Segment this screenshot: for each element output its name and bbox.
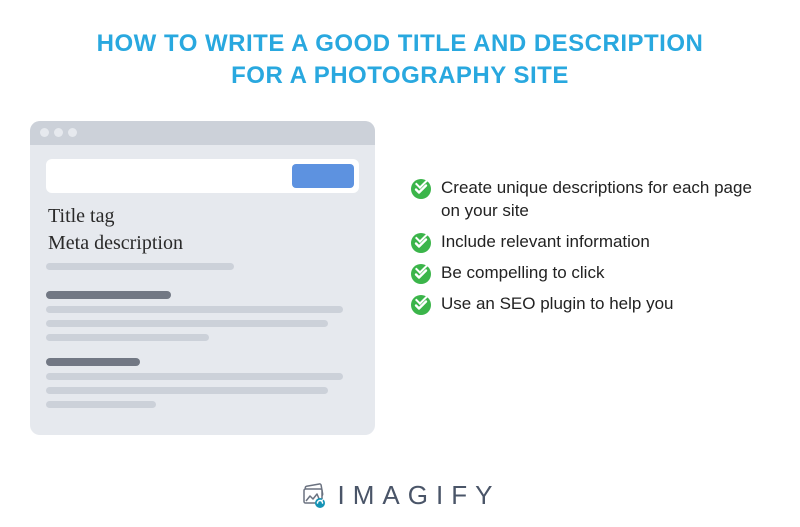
meta-description-label: Meta description: [48, 232, 357, 255]
window-dot: [54, 128, 63, 137]
tip-item: Be compelling to click: [411, 262, 770, 285]
brand-text: IMAGIFY: [338, 480, 501, 511]
title-tag-label: Title tag: [48, 205, 357, 228]
skeleton-heading: [46, 358, 140, 366]
tip-item: Create unique descriptions for each page…: [411, 177, 770, 223]
check-icon: [411, 233, 431, 253]
check-icon: [411, 264, 431, 284]
tip-item: Use an SEO plugin to help you: [411, 293, 770, 316]
tip-text: Be compelling to click: [441, 262, 604, 285]
search-bar: [46, 159, 359, 193]
browser-mockup: Title tag Meta description: [30, 121, 375, 435]
skeleton-line: [46, 373, 343, 380]
content-row: Title tag Meta description Create unique…: [0, 121, 800, 435]
tip-text: Include relevant information: [441, 231, 650, 254]
skeleton-line: [46, 306, 343, 313]
tip-item: Include relevant information: [411, 231, 770, 254]
tips-list: Create unique descriptions for each page…: [375, 121, 770, 435]
page-title: HOW TO WRITE A GOOD TITLE AND DESCRIPTIO…: [0, 0, 800, 93]
window-dot: [68, 128, 77, 137]
imagify-logo-icon: [300, 483, 330, 509]
skeleton-line: [46, 401, 156, 408]
browser-chrome: [30, 121, 375, 145]
footer: IMAGIFY: [0, 480, 800, 511]
tip-text: Create unique descriptions for each page…: [441, 177, 770, 223]
skeleton-line: [46, 320, 328, 327]
check-icon: [411, 295, 431, 315]
check-icon: [411, 179, 431, 199]
skeleton-line: [46, 334, 209, 341]
search-button: [292, 164, 354, 188]
window-dot: [40, 128, 49, 137]
tip-text: Use an SEO plugin to help you: [441, 293, 673, 316]
skeleton-line: [46, 263, 234, 270]
skeleton-line: [46, 387, 328, 394]
skeleton-heading: [46, 291, 171, 299]
